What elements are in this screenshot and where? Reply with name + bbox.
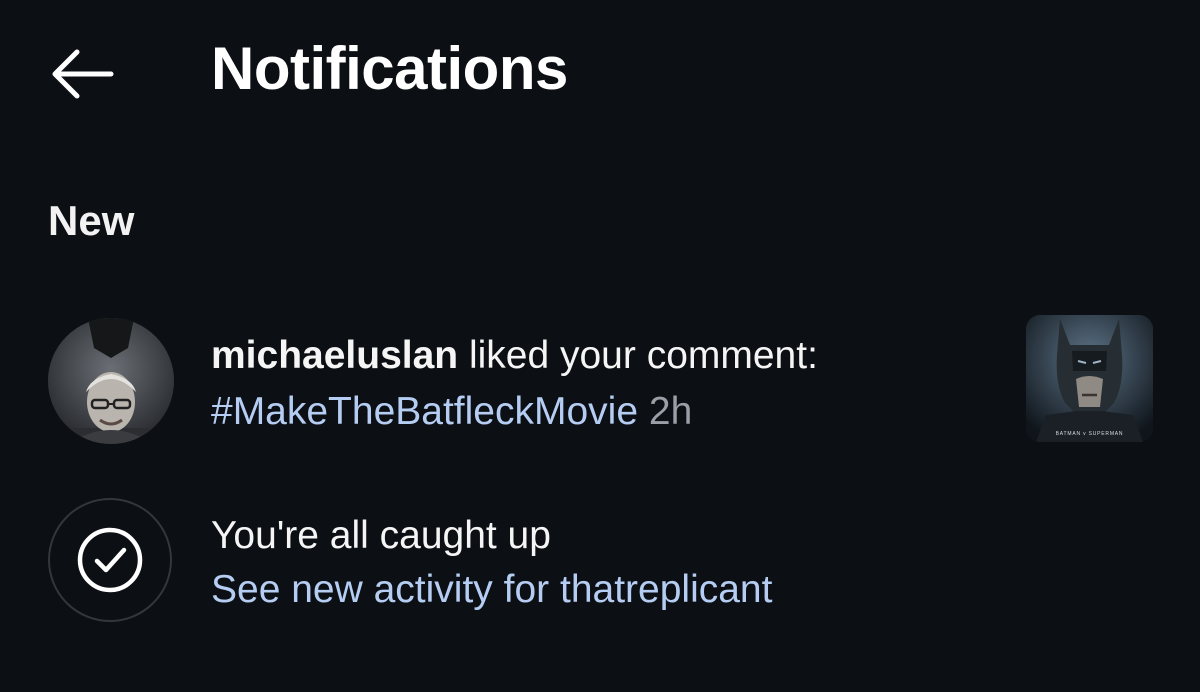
section-label-new: New <box>48 197 135 244</box>
avatar[interactable] <box>48 318 174 444</box>
back-button[interactable] <box>40 42 124 106</box>
poster-caption: BATMAN v SUPERMAN <box>1055 431 1124 437</box>
profile-photo <box>48 318 174 444</box>
notification-action: liked your comment: <box>458 334 818 377</box>
caught-up-section: You're all caught up See new activity fo… <box>0 490 1200 630</box>
batman-poster-image <box>1026 315 1153 442</box>
see-new-activity-link[interactable]: See new activity for thatreplicant <box>211 564 772 616</box>
notification-text: michaeluslan liked your comment: #MakeTh… <box>211 328 991 440</box>
page-title: Notifications <box>211 35 568 102</box>
notification-username[interactable]: michaeluslan <box>211 334 458 377</box>
arrow-left-icon <box>52 49 114 99</box>
notification-time: 2h <box>648 390 693 433</box>
post-thumbnail[interactable]: BATMAN v SUPERMAN <box>1026 315 1153 442</box>
checkmark-circle-icon <box>77 527 143 593</box>
header-bar: Notifications <box>0 0 1200 140</box>
hashtag-link[interactable]: #MakeTheBatfleckMovie <box>211 390 638 433</box>
caught-up-badge <box>48 498 172 622</box>
caught-up-title: You're all caught up <box>211 514 551 557</box>
notification-item[interactable]: michaeluslan liked your comment: #MakeTh… <box>0 300 1200 460</box>
